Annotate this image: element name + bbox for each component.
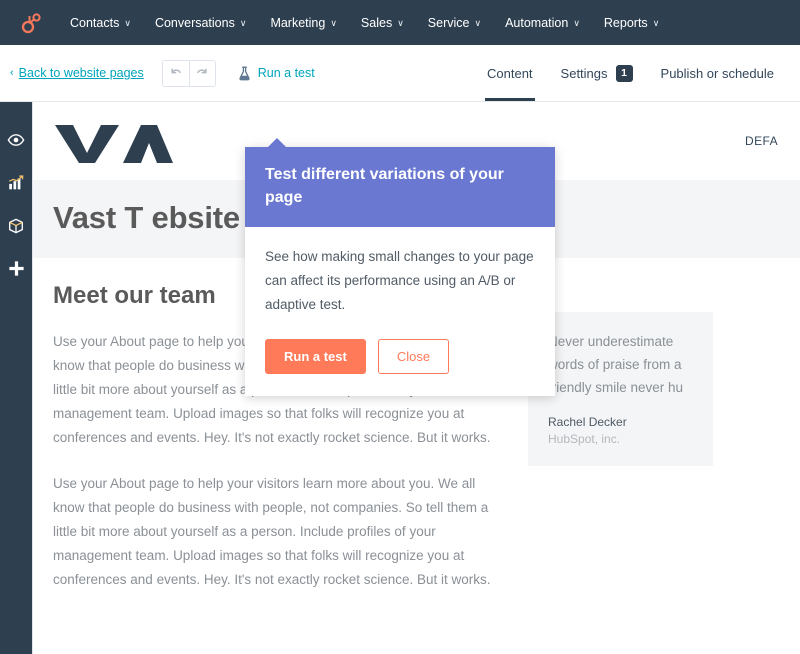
back-link-label: Back to website pages	[18, 66, 144, 80]
eye-icon	[7, 133, 25, 146]
run-a-test-label: Run a test	[257, 66, 315, 80]
testimonial-line-2: words of praise from a	[548, 357, 682, 372]
tab-label: Settings	[560, 65, 608, 81]
preview-side-column: Never underestimate words of praise from…	[528, 282, 713, 614]
rail-item-preview[interactable]	[0, 118, 32, 161]
nav-item-conversations[interactable]: Conversations ∨	[155, 16, 247, 30]
nav-item-label: Service	[427, 15, 470, 30]
nav-item-service[interactable]: Service ∨	[428, 16, 481, 30]
nav-item-label: Contacts	[70, 15, 120, 30]
popover-actions: Run a test Close	[265, 339, 535, 374]
undo-button[interactable]	[162, 60, 189, 86]
run-a-test-popover: Test different variations of your page S…	[245, 138, 555, 396]
chevron-down-icon: ∨	[573, 18, 580, 28]
testimonial-card: Never underestimate words of praise from…	[528, 312, 713, 466]
testimonial-author: Rachel Decker	[548, 415, 627, 429]
back-to-website-pages-link[interactable]: ‹ Back to website pages	[10, 66, 144, 80]
undo-arrow-icon	[171, 68, 181, 74]
nav-item-label: Sales	[360, 15, 393, 30]
tab-publish-or-schedule[interactable]: Publish or schedule	[647, 45, 788, 101]
nav-item-automation[interactable]: Automation ∨	[505, 16, 580, 30]
rail-item-analytics[interactable]	[0, 161, 32, 204]
va-logo-icon	[55, 125, 173, 163]
top-navigation-bar: Contacts ∨ Conversations ∨ Marketing ∨ S…	[0, 0, 800, 45]
nav-item-label: Reports	[603, 15, 648, 30]
editor-body: DEFA Vast T ebsite Page Meet our team Us…	[0, 102, 800, 654]
nav-item-contacts[interactable]: Contacts ∨	[70, 16, 131, 30]
redo-button[interactable]	[188, 60, 215, 86]
tab-label: Publish or schedule	[660, 65, 774, 81]
editor-toolbar: ‹ Back to website pages Run a test Conte…	[0, 45, 800, 102]
tab-content[interactable]: Content	[473, 45, 547, 101]
hubspot-sprocket-icon[interactable]	[18, 10, 44, 36]
preview-site-logo	[53, 119, 173, 163]
nav-item-sales[interactable]: Sales ∨	[361, 16, 404, 30]
left-icon-rail	[0, 102, 32, 654]
box-icon	[9, 218, 23, 233]
chevron-down-icon: ∨	[652, 18, 660, 28]
redo-arrow-icon	[197, 68, 207, 74]
popover-run-a-test-button[interactable]: Run a test	[265, 339, 366, 374]
editor-tabs: Content Settings 1 Publish or schedule	[473, 45, 800, 101]
plus-icon	[8, 261, 24, 276]
rail-item-add[interactable]	[0, 247, 32, 290]
chevron-down-icon: ∨	[474, 18, 482, 28]
chevron-down-icon: ∨	[330, 18, 337, 28]
testimonial-line-1: Never underestimate	[548, 334, 674, 349]
chevron-down-icon: ∨	[239, 18, 247, 28]
body-paragraph-2: Use your About page to help your visitor…	[53, 476, 491, 587]
preview-site-nav-label: DEFA	[745, 134, 778, 148]
nav-item-label: Conversations	[154, 15, 235, 30]
chevron-down-icon: ∨	[124, 18, 131, 28]
chevron-down-icon: ∨	[397, 18, 404, 28]
settings-badge-count: 1	[615, 64, 633, 82]
nav-item-label: Automation	[505, 15, 569, 30]
tab-label: Content	[487, 65, 533, 81]
bar-chart-icon	[8, 174, 24, 189]
nav-item-marketing[interactable]: Marketing ∨	[270, 16, 336, 30]
run-a-test-button[interactable]: Run a test	[238, 66, 315, 81]
popover-title: Test different variations of your page	[245, 147, 555, 227]
popover-arrow	[267, 138, 287, 148]
rail-item-modules[interactable]	[0, 204, 32, 247]
popover-description: See how making small changes to your pag…	[265, 249, 534, 312]
nav-item-reports[interactable]: Reports ∨	[604, 16, 659, 30]
chevron-left-icon: ‹	[10, 67, 14, 79]
nav-items: Contacts ∨ Conversations ∨ Marketing ∨ S…	[70, 16, 683, 30]
testimonial-line-3: friendly smile never hu	[548, 380, 684, 395]
tab-settings[interactable]: Settings 1	[547, 45, 647, 101]
popover-body: See how making small changes to your pag…	[245, 227, 555, 396]
testimonial-company: HubSpot, inc.	[548, 432, 621, 446]
popover-close-button[interactable]: Close	[377, 339, 450, 374]
undo-redo-group	[161, 59, 216, 87]
flask-icon	[238, 66, 251, 81]
nav-item-label: Marketing	[270, 15, 326, 30]
